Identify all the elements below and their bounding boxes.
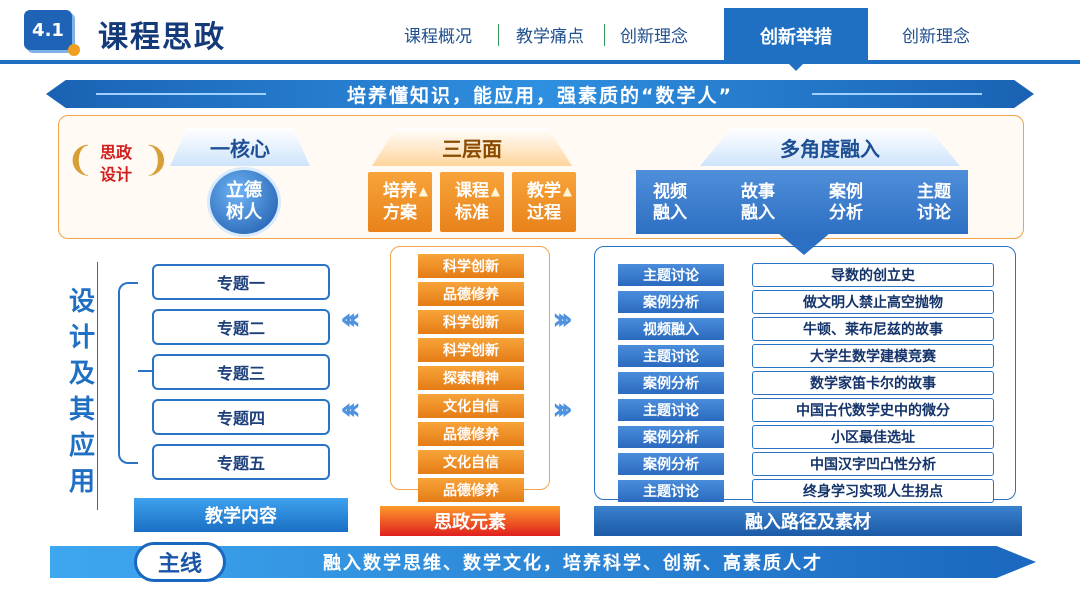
section-number-badge: 4.1 <box>24 10 80 56</box>
topic-2[interactable]: 专题二 <box>152 309 330 345</box>
up-arrow-icon: ▲ <box>490 184 500 198</box>
material-item[interactable]: 终身学习实现人生拐点 <box>752 479 994 503</box>
active-tab-caret-icon <box>787 62 805 71</box>
tab-separator <box>498 24 499 46</box>
chevron-right-icon: ››› <box>552 392 573 427</box>
tab-innovation-concept[interactable]: 创新理念 <box>620 22 688 47</box>
ideology-design-badge: 思政 设计 <box>70 142 162 194</box>
integration-tag: 案例分析 <box>618 291 724 313</box>
topic-5[interactable]: 专题五 <box>152 444 330 480</box>
ideology-element: 文化自信 <box>418 394 524 418</box>
vertical-char: 及 <box>68 359 95 389</box>
ideology-element: 探索精神 <box>418 366 524 390</box>
vertical-char: 用 <box>68 467 95 497</box>
integration-tag: 案例分析 <box>618 453 724 475</box>
level-line: 过程 <box>527 203 561 223</box>
ideology-element: 科学创新 <box>418 254 524 278</box>
three-levels-heading: 三层面 <box>372 128 572 166</box>
ideology-element: 品德修养 <box>418 422 524 446</box>
level-line: 方案 <box>383 203 417 223</box>
integration-tag: 主题讨论 <box>618 345 724 367</box>
level-box: ▲ 课程 标准 <box>440 172 504 232</box>
material-item[interactable]: 中国古代数学史中的微分 <box>752 398 994 422</box>
multi-angle-item: 案例 分析 <box>829 182 863 223</box>
material-item[interactable]: 数学家笛卡尔的故事 <box>752 371 994 395</box>
tab-course-overview[interactable]: 课程概况 <box>404 22 472 47</box>
tab-teaching-pain-points[interactable]: 教学痛点 <box>516 22 584 47</box>
teaching-content-label: 教学内容 <box>134 498 348 532</box>
level-box: ▲ 教学 过程 <box>512 172 576 232</box>
chevron-left-icon: ‹‹‹ <box>340 392 361 427</box>
ideology-elements-label: 思政元素 <box>380 506 560 536</box>
badge-line: 设计 <box>99 165 132 184</box>
mainline-badge: 主线 <box>134 542 226 582</box>
integration-tag: 主题讨论 <box>618 399 724 421</box>
integration-tag: 视频融入 <box>618 318 724 340</box>
up-arrow-icon: ▲ <box>418 184 428 198</box>
ideology-element: 文化自信 <box>418 450 524 474</box>
material-item[interactable]: 牛顿、莱布尼兹的故事 <box>752 317 994 341</box>
topic-1[interactable]: 专题一 <box>152 264 330 300</box>
level-line: 标准 <box>455 203 489 223</box>
vertical-char: 计 <box>68 323 95 353</box>
core-line: 树人 <box>226 202 262 223</box>
material-item[interactable]: 小区最佳选址 <box>752 425 994 449</box>
tab-innovation-concept-2[interactable]: 创新理念 <box>902 22 970 47</box>
level-line: 培养 <box>383 181 417 201</box>
ideology-element: 科学创新 <box>418 338 524 362</box>
level-box: ▲ 培养 方案 <box>368 172 432 232</box>
chevron-right-icon: ››› <box>552 302 573 337</box>
tab-separator <box>604 24 605 46</box>
topics-brace <box>118 282 138 464</box>
chevron-left-icon: ‹‹‹ <box>340 302 361 337</box>
ideology-element: 品德修养 <box>418 478 524 502</box>
level-line: 教学 <box>527 181 561 201</box>
material-item[interactable]: 中国汉字凹凸性分析 <box>752 452 994 476</box>
up-arrow-icon: ▲ <box>562 184 572 198</box>
badge-line: 思政 <box>99 143 132 162</box>
material-item[interactable]: 大学生数学建模竞赛 <box>752 344 994 368</box>
level-line: 课程 <box>455 181 489 201</box>
multi-angle-item: 主题 讨论 <box>917 182 951 223</box>
vertical-char: 设 <box>68 287 95 317</box>
multi-angle-heading: 多角度融入 <box>700 128 960 166</box>
multi-angle-item: 故事 融入 <box>741 182 775 223</box>
vertical-char: 其 <box>68 395 95 425</box>
multi-angle-item: 视频 融入 <box>653 182 687 223</box>
vertical-char: 应 <box>68 431 95 461</box>
integration-tag: 案例分析 <box>618 426 724 448</box>
topic-4[interactable]: 专题四 <box>152 399 330 435</box>
core-line: 立德 <box>226 180 262 201</box>
page-title: 课程思政 <box>98 20 226 55</box>
vertical-title: 设 计 及 其 应 用 <box>62 284 102 500</box>
ideology-element: 科学创新 <box>418 310 524 334</box>
ideology-element: 品德修养 <box>418 282 524 306</box>
tab-innovation-measures[interactable]: 创新举措 <box>724 8 868 64</box>
integration-path-label: 融入路径及素材 <box>594 506 1022 536</box>
one-core-heading: 一核心 <box>170 128 310 166</box>
core-circle: 立德 树人 <box>210 170 278 234</box>
banner-decor-line <box>96 93 266 95</box>
integration-tag: 主题讨论 <box>618 264 724 286</box>
banner-decor-line <box>812 93 982 95</box>
material-item[interactable]: 导数的创立史 <box>752 263 994 287</box>
integration-tag: 案例分析 <box>618 372 724 394</box>
brace-connector <box>138 370 152 372</box>
topic-3[interactable]: 专题三 <box>152 354 330 390</box>
material-item[interactable]: 做文明人禁止高空抛物 <box>752 290 994 314</box>
integration-tag: 主题讨论 <box>618 480 724 502</box>
header-divider <box>0 60 1080 64</box>
